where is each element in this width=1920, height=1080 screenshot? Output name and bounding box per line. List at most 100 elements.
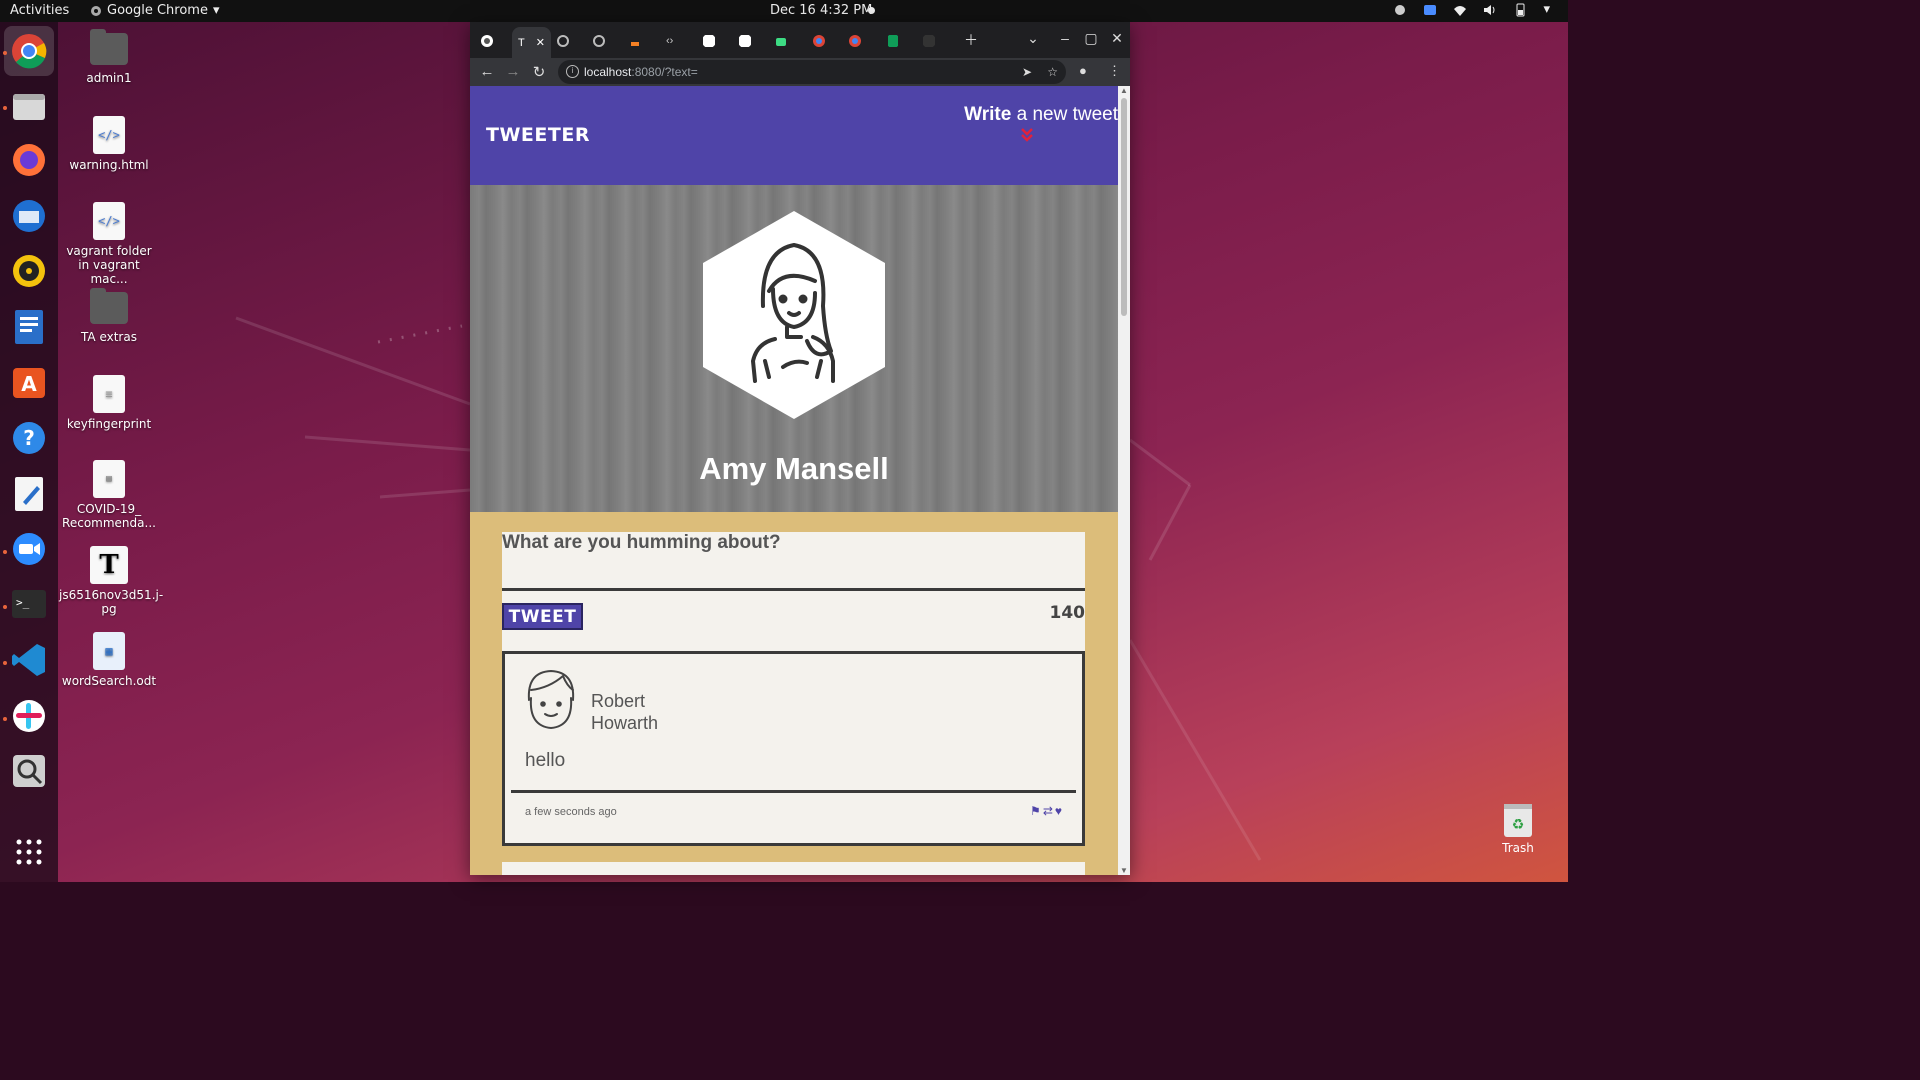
tab-inactive[interactable] <box>848 30 862 52</box>
reload-button[interactable]: ↻ <box>530 63 548 81</box>
desktop-icon-admin1[interactable]: admin1 <box>59 29 159 85</box>
tab-close-icon[interactable]: ✕ <box>536 36 545 49</box>
slack-icon <box>13 700 45 732</box>
show-applications-button[interactable] <box>9 832 49 872</box>
page-viewport: TWEETER Write a new tweet Amy Mansell Wh… <box>470 86 1118 875</box>
desktop-icon-image[interactable]: T js6516nov3d51.j-pg <box>59 546 163 616</box>
tab-search-chevron-icon[interactable]: ⌄ <box>1024 30 1042 47</box>
address-bar[interactable]: i localhost:8080/?text= ➤ ☆ <box>558 60 1066 84</box>
odt-file-icon: ▦ <box>93 632 125 670</box>
desktop-icon-vagrant-folder[interactable]: </> vagrant folder in vagrant mac... <box>59 202 159 286</box>
tab-inactive[interactable] <box>812 30 826 52</box>
desktop-icon-label: Trash <box>1502 841 1534 855</box>
tweet-button[interactable]: TWEET <box>502 603 583 630</box>
desktop-icon-ta-extras[interactable]: TA extras <box>59 288 159 344</box>
browser-window: T ✕ ‹› ＋ ⌄ – ▢ ✕ ← → ↻ i localhost:8080/… <box>470 22 1130 875</box>
desktop-icon-label: wordSearch.odt <box>61 674 157 688</box>
desktop-icon-label: COVID-19_ Recommenda... <box>62 502 156 530</box>
tab-strip: T ✕ ‹› ＋ ⌄ – ▢ ✕ <box>470 22 1130 58</box>
zoom-icon <box>13 533 45 565</box>
firefox-icon <box>13 144 45 176</box>
dock-thunderbird[interactable] <box>9 196 49 236</box>
app-grid-icon <box>16 839 42 865</box>
tweet-author: Robert Howarth <box>591 691 659 733</box>
new-tab-button[interactable]: ＋ <box>962 30 980 50</box>
app-menu[interactable]: Google Chrome ▾ <box>90 3 220 18</box>
desktop-icon-trash[interactable]: ♻ Trash <box>1490 802 1546 855</box>
tab-inactive[interactable] <box>592 30 606 52</box>
scrollbar-thumb[interactable] <box>1121 98 1127 316</box>
clock[interactable]: Dec 16 4:32 PM <box>770 3 872 18</box>
flag-icon[interactable]: ⚑ <box>1030 804 1041 818</box>
close-window-button[interactable]: ✕ <box>1108 30 1126 47</box>
dock-chrome[interactable] <box>4 26 54 76</box>
scroll-down-arrow-icon[interactable]: ▼ <box>1120 866 1128 875</box>
desktop-icon-keyfingerprint[interactable]: ≡ keyfingerprint <box>59 375 159 431</box>
profile-name: Amy Mansell <box>699 451 889 486</box>
stackoverflow-favicon-icon <box>631 42 639 46</box>
site-logo[interactable]: TWEETER <box>486 124 590 146</box>
bookmark-star-icon[interactable]: ☆ <box>1047 60 1058 84</box>
desktop-icon-covid-doc[interactable]: ▤ COVID-19_ Recommenda... <box>59 460 159 530</box>
slack-tray-icon <box>1395 4 1406 15</box>
browser-menu-icon[interactable]: ⋮ <box>1108 63 1121 79</box>
scroll-up-arrow-icon[interactable]: ▲ <box>1120 86 1128 95</box>
zoom-tray-icon <box>1424 4 1437 15</box>
page-scrollbar[interactable]: ▲ ▼ <box>1118 86 1130 875</box>
text-editor-icon <box>15 477 43 511</box>
desktop-icon-warning-html[interactable]: </> warning.html <box>59 116 159 172</box>
heart-icon[interactable]: ♥ <box>1055 804 1062 818</box>
maximize-button[interactable]: ▢ <box>1082 30 1100 47</box>
magnifier-icon <box>13 755 45 787</box>
forward-button[interactable]: → <box>504 63 522 80</box>
retweet-icon[interactable]: ⇄ <box>1043 804 1053 818</box>
tab-inactive[interactable] <box>738 30 752 52</box>
dock-files[interactable] <box>9 86 49 126</box>
dock-vscode[interactable] <box>9 640 49 680</box>
dock-zoom[interactable] <box>9 529 49 569</box>
dock-slack[interactable] <box>9 696 49 736</box>
dock-software[interactable]: A <box>9 362 49 402</box>
tab-inactive[interactable] <box>480 30 494 52</box>
tab-inactive[interactable] <box>556 30 570 52</box>
double-chevron-down-icon[interactable] <box>1020 128 1034 145</box>
site-favicon-icon <box>923 35 935 47</box>
tab-inactive[interactable] <box>774 30 788 52</box>
tweet-textarea[interactable] <box>502 532 1085 591</box>
write-tweet-link[interactable]: Write a new tweet <box>938 104 1118 126</box>
minimize-button[interactable]: – <box>1056 30 1074 46</box>
dock-writer[interactable] <box>9 307 49 347</box>
tab-inactive[interactable] <box>886 30 900 52</box>
volume-icon <box>1484 4 1495 15</box>
profile-icon[interactable]: ● <box>1079 63 1087 78</box>
browser-toolbar: ← → ↻ i localhost:8080/?text= ➤ ☆ ● ⋮ <box>470 58 1130 86</box>
send-icon[interactable]: ➤ <box>1022 60 1032 84</box>
tab-label: T <box>518 36 525 49</box>
desktop-icon-label: warning.html <box>69 158 149 172</box>
desktop-icon-wordsearch[interactable]: ▦ wordSearch.odt <box>59 632 159 688</box>
vscode-icon <box>12 644 45 676</box>
svg-text:A: A <box>21 372 37 396</box>
software-center-icon: A <box>13 368 45 398</box>
writer-icon <box>15 310 43 344</box>
system-tray[interactable]: ▾ <box>1393 2 1550 17</box>
dock-text-editor[interactable] <box>9 474 49 514</box>
files-icon <box>13 94 45 120</box>
tab-inactive[interactable] <box>922 30 936 52</box>
activities-button[interactable]: Activities <box>10 3 69 18</box>
dock-terminal[interactable]: >_ <box>9 584 49 624</box>
dock-search[interactable] <box>9 751 49 791</box>
character-counter: 140 <box>1049 603 1086 623</box>
dock-help[interactable]: ? <box>9 418 49 458</box>
site-favicon-icon <box>703 35 715 47</box>
dock-firefox[interactable] <box>9 140 49 180</box>
tab-inactive[interactable]: ‹› <box>666 30 673 52</box>
dock-rhythmbox[interactable] <box>9 251 49 291</box>
tab-inactive[interactable] <box>628 30 642 52</box>
tweet-card: Robert Howarth hello a few seconds ago ⚑… <box>502 651 1085 846</box>
tab-inactive[interactable] <box>702 30 716 52</box>
tab-active[interactable]: T ✕ <box>512 27 551 58</box>
site-info-icon[interactable]: i <box>566 65 579 78</box>
home-folder-icon <box>90 29 128 65</box>
back-button[interactable]: ← <box>478 63 496 80</box>
